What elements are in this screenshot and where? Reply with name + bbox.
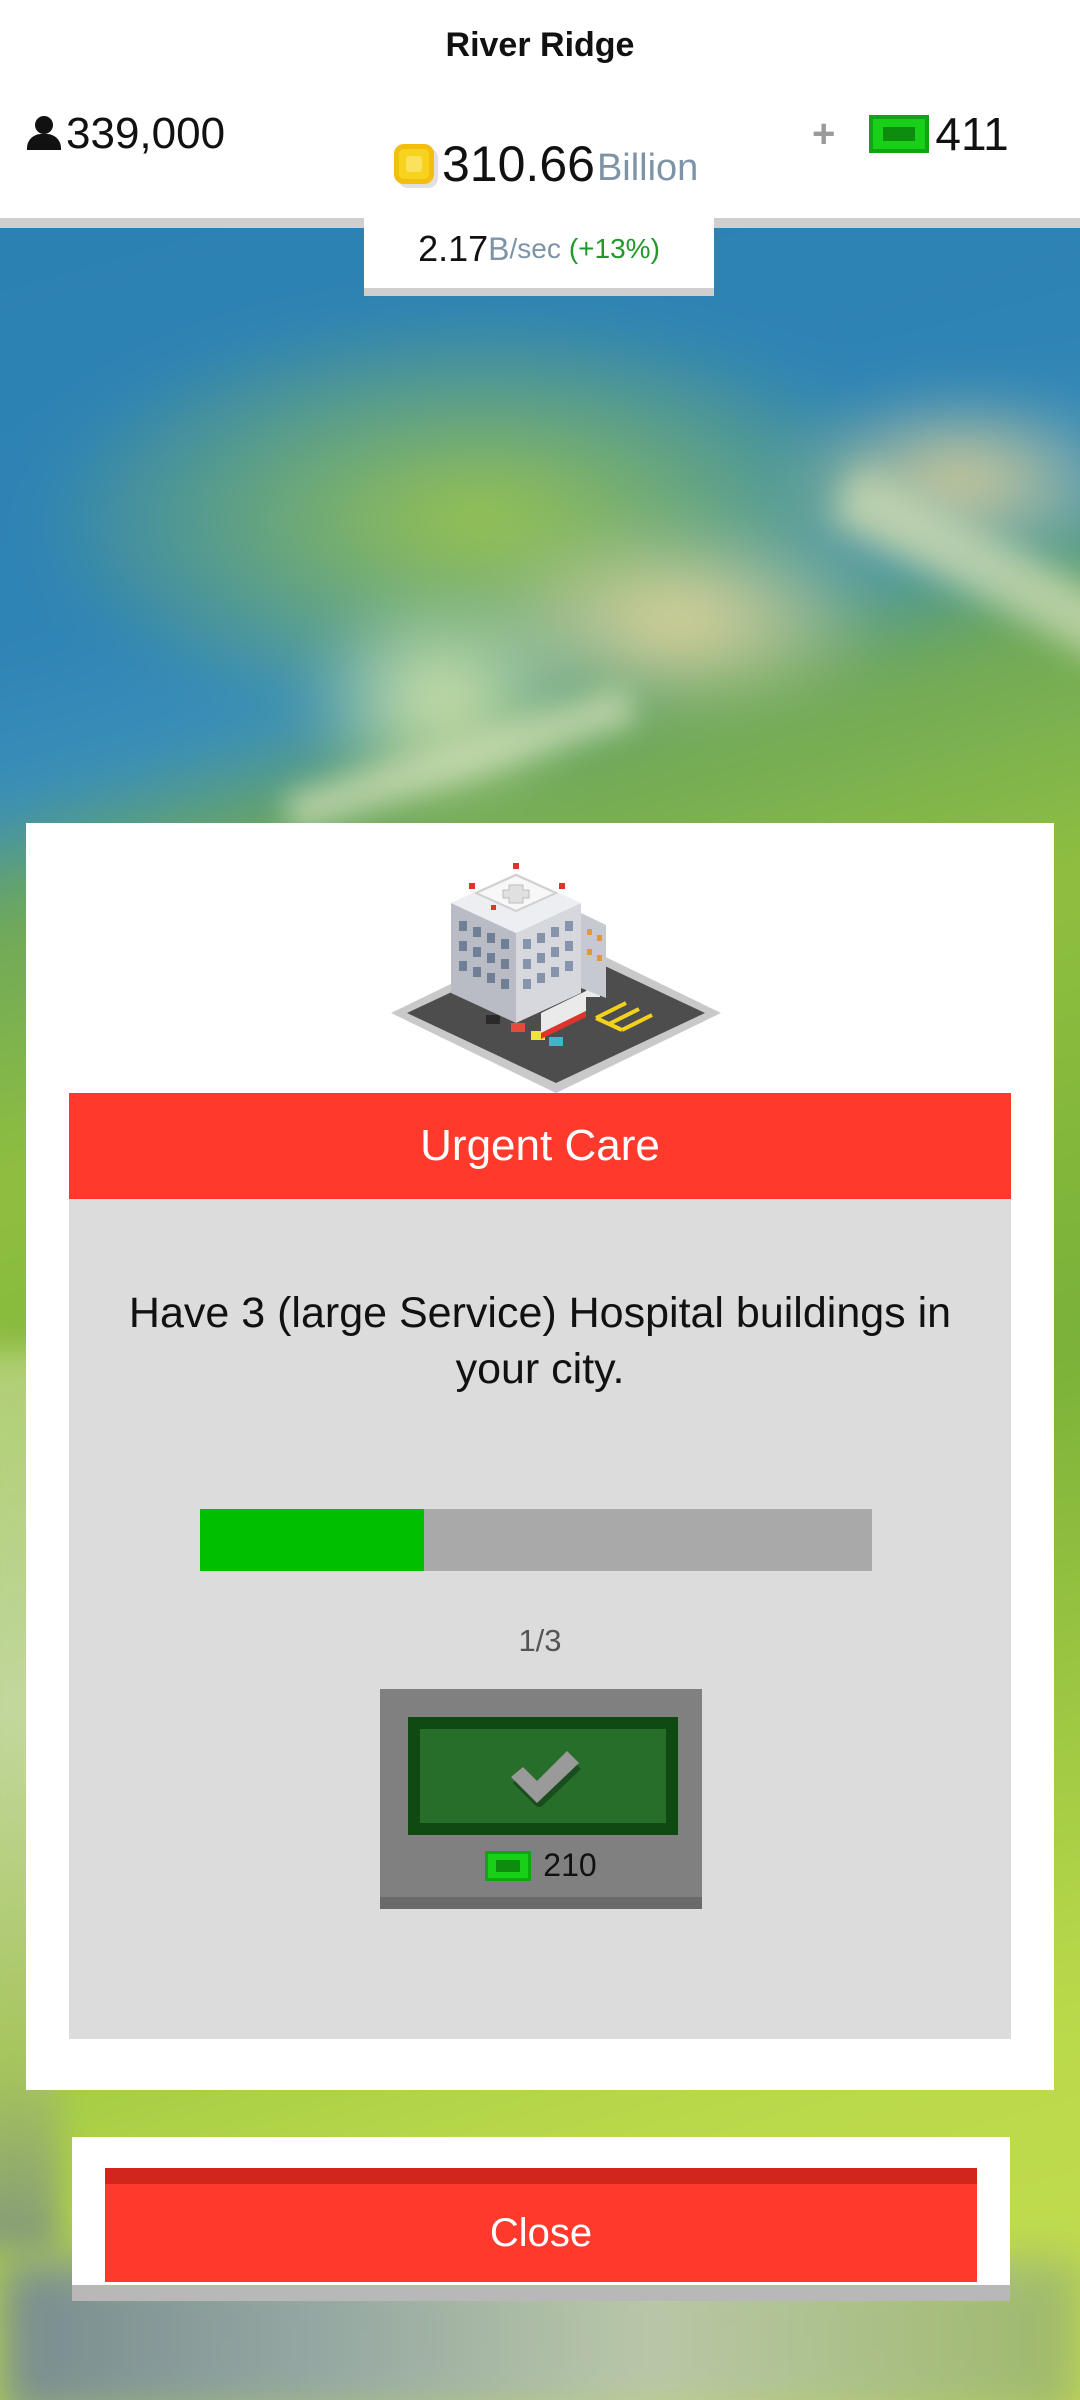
- cash-icon: [869, 115, 930, 153]
- top-status-bar: River Ridge 339,000 310.66 Billion + 411: [0, 0, 1080, 218]
- achievement-panel: Have 3 (large Service) Hospital building…: [69, 1199, 1011, 2039]
- income-per: /sec: [509, 233, 561, 264]
- header-divider: [0, 218, 364, 228]
- cash-icon: [485, 1850, 532, 1881]
- population-value: 339,000: [66, 109, 226, 158]
- achievement-description: Have 3 (large Service) Hospital building…: [128, 1289, 952, 1393]
- reward-amount: 210: [380, 1847, 702, 1884]
- close-button-frame: Close: [72, 2137, 1010, 2301]
- income-value: 2.17: [418, 228, 489, 269]
- reward-value: 210: [543, 1847, 597, 1883]
- claim-reward-button[interactable]: 210: [380, 1689, 702, 1909]
- achievement-title: Urgent Care: [69, 1093, 1011, 1199]
- coin-icon: [394, 144, 434, 184]
- progress-bar: [200, 1509, 872, 1571]
- add-cash-button[interactable]: +: [812, 112, 835, 157]
- income-rate: 2.17 B /sec (+13%): [364, 210, 714, 296]
- achievement-dialog: Urgent Care Have 3 (large Service) Hospi…: [26, 823, 1054, 2090]
- checkmark-icon: [511, 1751, 581, 1807]
- progress-fill: [200, 1509, 424, 1571]
- hospital-building-icon: [391, 863, 721, 1093]
- claim-button-face[interactable]: [408, 1717, 678, 1835]
- person-icon: [26, 116, 62, 152]
- coins-unit: Billion: [596, 146, 699, 189]
- cash-counter[interactable]: + 411: [812, 102, 1009, 166]
- population-counter: 339,000: [26, 104, 225, 164]
- coins-counter: 310.66 Billion: [394, 132, 698, 196]
- income-unit: B: [488, 230, 510, 267]
- city-name: River Ridge: [445, 26, 635, 64]
- close-button[interactable]: Close: [105, 2168, 977, 2282]
- cash-value: 411: [935, 108, 1009, 160]
- income-change: (+13%): [568, 233, 660, 264]
- coins-value: 310.66: [442, 136, 595, 192]
- progress-count: 1/3: [518, 1623, 562, 1658]
- header-divider: [714, 218, 1080, 228]
